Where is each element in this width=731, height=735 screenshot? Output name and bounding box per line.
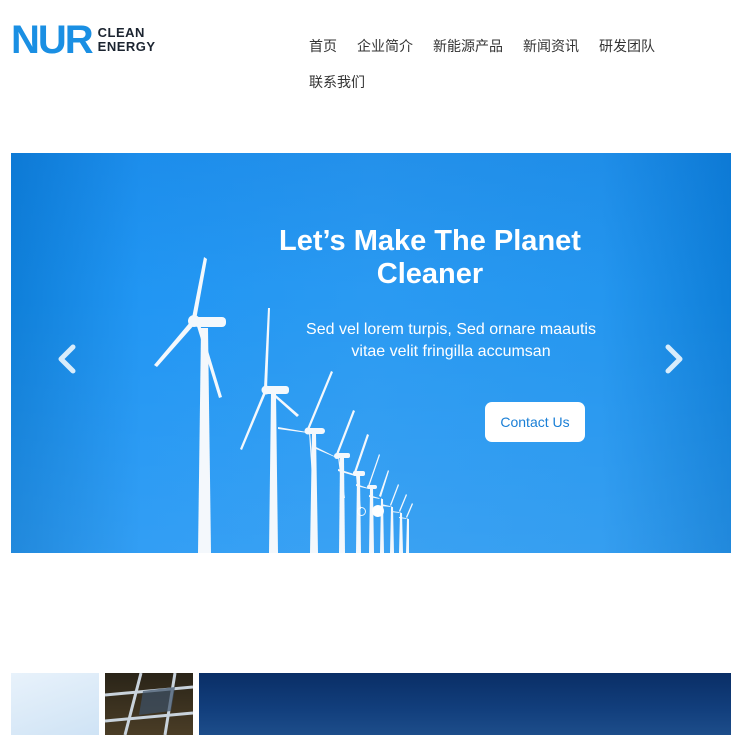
turbine-1-blade-3 (196, 321, 222, 398)
turbine-4-blade-1 (336, 410, 355, 455)
turbine-2-blade-2 (240, 391, 266, 450)
nav-item-contact[interactable]: 联系我们 (299, 72, 375, 92)
turbine-1-blade-2 (154, 321, 195, 367)
logo-line-1: CLEAN (97, 25, 145, 40)
nav-item-home[interactable]: 首页 (299, 36, 347, 56)
chevron-left-icon[interactable] (55, 343, 79, 375)
sky-thumbnail[interactable] (11, 673, 99, 735)
logo-text: CLEAN ENERGY (98, 26, 156, 54)
main-nav: 首页 企业简介 新能源产品 新闻资讯 研发团队 联系我们 (299, 28, 699, 100)
turbine-9-blade-1 (399, 494, 407, 512)
hero-subtitle: Sed vel lorem turpis, Sed ornare maautis… (306, 321, 596, 360)
turbine-1-blade-1 (192, 257, 207, 320)
turbine-10-blade-1 (406, 503, 413, 518)
contact-us-button[interactable]: Contact Us (485, 402, 585, 442)
turbine-7-blade-1 (379, 470, 389, 497)
carousel-dot-1[interactable] (357, 506, 366, 516)
carousel-dot-2[interactable] (372, 505, 384, 517)
logo[interactable]: NUR CLEAN ENERGY (11, 20, 156, 60)
nav-item-news[interactable]: 新闻资讯 (513, 36, 589, 56)
solar-panel-graphic (105, 673, 193, 735)
turbine-2-tower (269, 393, 278, 553)
chevron-left-icon-graphic (58, 344, 76, 374)
night-sky-thumbnail[interactable] (199, 673, 731, 735)
turbine-2-blade-1 (264, 308, 270, 389)
turbine-6-blade-1 (368, 454, 380, 487)
turbine-3-blade-2 (278, 427, 308, 433)
nav-row-1: 首页 企业简介 新能源产品 新闻资讯 研发团队 (299, 28, 699, 64)
solar-panel-thumbnail[interactable] (105, 673, 193, 735)
turbine-8-blade-1 (390, 484, 399, 506)
nav-item-team[interactable]: 研发团队 (589, 36, 665, 56)
logo-line-2: ENERGY (97, 39, 156, 54)
carousel-dots (357, 505, 384, 517)
turbine-4-blade-2 (316, 447, 337, 458)
nav-item-products[interactable]: 新能源产品 (423, 36, 513, 56)
turbine-5-blade-1 (354, 434, 369, 473)
chevron-right-icon[interactable] (662, 343, 686, 375)
chevron-right-icon-graphic (665, 344, 683, 374)
turbine-3-blade-1 (307, 371, 333, 430)
logo-mark: NUR (11, 18, 94, 62)
hero-carousel[interactable]: Let’s Make The Planet Cleaner Sed vel lo… (11, 153, 731, 553)
nav-item-about[interactable]: 企业简介 (347, 36, 423, 56)
nav-row-2: 联系我们 (299, 64, 699, 100)
hero-title: Let’s Make The Planet Cleaner (279, 225, 581, 290)
